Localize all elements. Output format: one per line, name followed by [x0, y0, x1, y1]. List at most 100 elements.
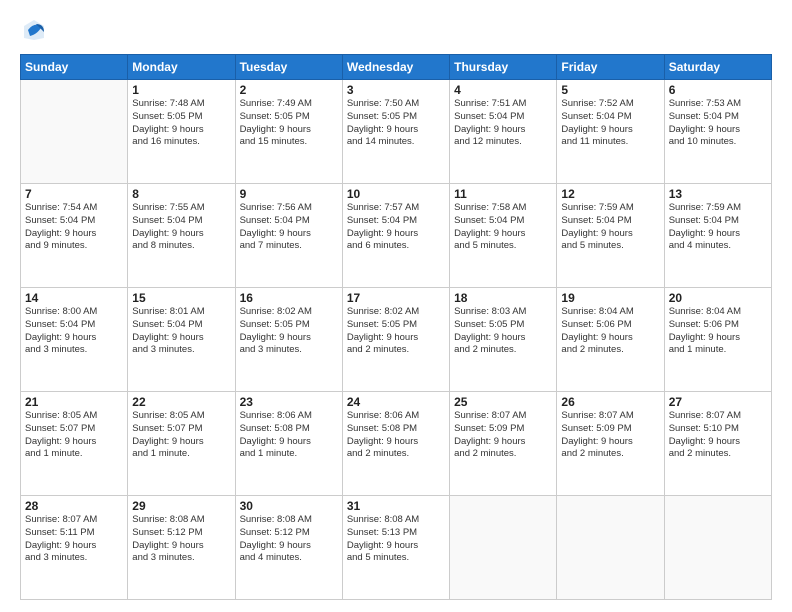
day-info: Sunrise: 7:50 AMSunset: 5:05 PMDaylight:…: [347, 98, 445, 149]
day-number: 14: [25, 291, 123, 305]
day-info: Sunrise: 7:48 AMSunset: 5:05 PMDaylight:…: [132, 98, 230, 149]
day-info: Sunrise: 7:55 AMSunset: 5:04 PMDaylight:…: [132, 202, 230, 253]
day-info: Sunrise: 7:56 AMSunset: 5:04 PMDaylight:…: [240, 202, 338, 253]
calendar-cell: 8Sunrise: 7:55 AMSunset: 5:04 PMDaylight…: [128, 184, 235, 288]
day-info: Sunrise: 8:07 AMSunset: 5:09 PMDaylight:…: [454, 410, 552, 461]
weekday-header-sunday: Sunday: [21, 55, 128, 80]
weekday-header-thursday: Thursday: [450, 55, 557, 80]
calendar-cell: 11Sunrise: 7:58 AMSunset: 5:04 PMDayligh…: [450, 184, 557, 288]
day-number: 4: [454, 83, 552, 97]
day-info: Sunrise: 8:04 AMSunset: 5:06 PMDaylight:…: [561, 306, 659, 357]
calendar-cell: 7Sunrise: 7:54 AMSunset: 5:04 PMDaylight…: [21, 184, 128, 288]
weekday-header-row: SundayMondayTuesdayWednesdayThursdayFrid…: [21, 55, 772, 80]
day-number: 9: [240, 187, 338, 201]
day-info: Sunrise: 7:51 AMSunset: 5:04 PMDaylight:…: [454, 98, 552, 149]
day-info: Sunrise: 8:07 AMSunset: 5:09 PMDaylight:…: [561, 410, 659, 461]
day-info: Sunrise: 8:05 AMSunset: 5:07 PMDaylight:…: [25, 410, 123, 461]
calendar-cell: 15Sunrise: 8:01 AMSunset: 5:04 PMDayligh…: [128, 288, 235, 392]
calendar-cell: 23Sunrise: 8:06 AMSunset: 5:08 PMDayligh…: [235, 392, 342, 496]
day-info: Sunrise: 8:06 AMSunset: 5:08 PMDaylight:…: [240, 410, 338, 461]
day-info: Sunrise: 7:53 AMSunset: 5:04 PMDaylight:…: [669, 98, 767, 149]
calendar-cell: 18Sunrise: 8:03 AMSunset: 5:05 PMDayligh…: [450, 288, 557, 392]
logo-icon: [20, 16, 48, 44]
day-number: 30: [240, 499, 338, 513]
calendar-cell: 1Sunrise: 7:48 AMSunset: 5:05 PMDaylight…: [128, 80, 235, 184]
calendar-cell: 5Sunrise: 7:52 AMSunset: 5:04 PMDaylight…: [557, 80, 664, 184]
calendar-cell: 27Sunrise: 8:07 AMSunset: 5:10 PMDayligh…: [664, 392, 771, 496]
day-info: Sunrise: 7:54 AMSunset: 5:04 PMDaylight:…: [25, 202, 123, 253]
day-number: 29: [132, 499, 230, 513]
day-info: Sunrise: 8:08 AMSunset: 5:12 PMDaylight:…: [132, 514, 230, 565]
calendar-cell: [450, 496, 557, 600]
weekday-header-monday: Monday: [128, 55, 235, 80]
day-number: 31: [347, 499, 445, 513]
weekday-header-saturday: Saturday: [664, 55, 771, 80]
day-info: Sunrise: 8:07 AMSunset: 5:11 PMDaylight:…: [25, 514, 123, 565]
calendar-cell: 22Sunrise: 8:05 AMSunset: 5:07 PMDayligh…: [128, 392, 235, 496]
calendar-cell: 19Sunrise: 8:04 AMSunset: 5:06 PMDayligh…: [557, 288, 664, 392]
day-info: Sunrise: 7:52 AMSunset: 5:04 PMDaylight:…: [561, 98, 659, 149]
day-info: Sunrise: 7:58 AMSunset: 5:04 PMDaylight:…: [454, 202, 552, 253]
day-number: 8: [132, 187, 230, 201]
weekday-header-friday: Friday: [557, 55, 664, 80]
calendar-cell: [557, 496, 664, 600]
day-info: Sunrise: 8:01 AMSunset: 5:04 PMDaylight:…: [132, 306, 230, 357]
calendar-cell: 9Sunrise: 7:56 AMSunset: 5:04 PMDaylight…: [235, 184, 342, 288]
day-number: 24: [347, 395, 445, 409]
calendar-cell: 3Sunrise: 7:50 AMSunset: 5:05 PMDaylight…: [342, 80, 449, 184]
day-info: Sunrise: 8:08 AMSunset: 5:13 PMDaylight:…: [347, 514, 445, 565]
day-info: Sunrise: 8:05 AMSunset: 5:07 PMDaylight:…: [132, 410, 230, 461]
day-number: 26: [561, 395, 659, 409]
day-info: Sunrise: 7:57 AMSunset: 5:04 PMDaylight:…: [347, 202, 445, 253]
day-number: 12: [561, 187, 659, 201]
calendar-cell: 30Sunrise: 8:08 AMSunset: 5:12 PMDayligh…: [235, 496, 342, 600]
day-number: 13: [669, 187, 767, 201]
page: SundayMondayTuesdayWednesdayThursdayFrid…: [0, 0, 792, 612]
day-info: Sunrise: 8:08 AMSunset: 5:12 PMDaylight:…: [240, 514, 338, 565]
day-info: Sunrise: 8:04 AMSunset: 5:06 PMDaylight:…: [669, 306, 767, 357]
day-info: Sunrise: 8:02 AMSunset: 5:05 PMDaylight:…: [347, 306, 445, 357]
day-info: Sunrise: 8:03 AMSunset: 5:05 PMDaylight:…: [454, 306, 552, 357]
calendar-cell: 24Sunrise: 8:06 AMSunset: 5:08 PMDayligh…: [342, 392, 449, 496]
day-info: Sunrise: 7:59 AMSunset: 5:04 PMDaylight:…: [561, 202, 659, 253]
day-info: Sunrise: 8:00 AMSunset: 5:04 PMDaylight:…: [25, 306, 123, 357]
logo: [20, 16, 52, 44]
calendar-cell: 17Sunrise: 8:02 AMSunset: 5:05 PMDayligh…: [342, 288, 449, 392]
week-row-0: 1Sunrise: 7:48 AMSunset: 5:05 PMDaylight…: [21, 80, 772, 184]
calendar-cell: 20Sunrise: 8:04 AMSunset: 5:06 PMDayligh…: [664, 288, 771, 392]
calendar-cell: [664, 496, 771, 600]
day-number: 1: [132, 83, 230, 97]
day-number: 27: [669, 395, 767, 409]
day-info: Sunrise: 8:02 AMSunset: 5:05 PMDaylight:…: [240, 306, 338, 357]
day-number: 22: [132, 395, 230, 409]
calendar-cell: 2Sunrise: 7:49 AMSunset: 5:05 PMDaylight…: [235, 80, 342, 184]
calendar-cell: 28Sunrise: 8:07 AMSunset: 5:11 PMDayligh…: [21, 496, 128, 600]
calendar-cell: 29Sunrise: 8:08 AMSunset: 5:12 PMDayligh…: [128, 496, 235, 600]
calendar-cell: [21, 80, 128, 184]
calendar-cell: 31Sunrise: 8:08 AMSunset: 5:13 PMDayligh…: [342, 496, 449, 600]
day-number: 5: [561, 83, 659, 97]
calendar-cell: 25Sunrise: 8:07 AMSunset: 5:09 PMDayligh…: [450, 392, 557, 496]
day-number: 16: [240, 291, 338, 305]
day-number: 6: [669, 83, 767, 97]
day-number: 11: [454, 187, 552, 201]
day-number: 21: [25, 395, 123, 409]
calendar-table: SundayMondayTuesdayWednesdayThursdayFrid…: [20, 54, 772, 600]
calendar-cell: 10Sunrise: 7:57 AMSunset: 5:04 PMDayligh…: [342, 184, 449, 288]
header: [20, 16, 772, 44]
day-number: 19: [561, 291, 659, 305]
calendar-cell: 6Sunrise: 7:53 AMSunset: 5:04 PMDaylight…: [664, 80, 771, 184]
calendar-cell: 16Sunrise: 8:02 AMSunset: 5:05 PMDayligh…: [235, 288, 342, 392]
calendar-cell: 4Sunrise: 7:51 AMSunset: 5:04 PMDaylight…: [450, 80, 557, 184]
week-row-3: 21Sunrise: 8:05 AMSunset: 5:07 PMDayligh…: [21, 392, 772, 496]
week-row-4: 28Sunrise: 8:07 AMSunset: 5:11 PMDayligh…: [21, 496, 772, 600]
day-number: 17: [347, 291, 445, 305]
day-info: Sunrise: 7:49 AMSunset: 5:05 PMDaylight:…: [240, 98, 338, 149]
calendar-cell: 12Sunrise: 7:59 AMSunset: 5:04 PMDayligh…: [557, 184, 664, 288]
day-number: 28: [25, 499, 123, 513]
week-row-2: 14Sunrise: 8:00 AMSunset: 5:04 PMDayligh…: [21, 288, 772, 392]
week-row-1: 7Sunrise: 7:54 AMSunset: 5:04 PMDaylight…: [21, 184, 772, 288]
weekday-header-tuesday: Tuesday: [235, 55, 342, 80]
day-number: 25: [454, 395, 552, 409]
day-number: 15: [132, 291, 230, 305]
